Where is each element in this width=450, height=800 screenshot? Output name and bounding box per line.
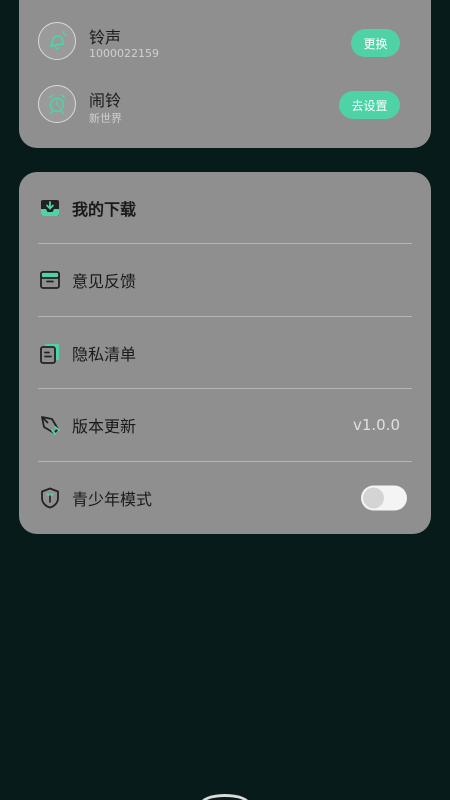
menu-item-feedback[interactable]: 意见反馈 [19, 244, 431, 316]
document-list-icon [40, 344, 59, 364]
menu-label-downloads: 我的下载 [72, 200, 137, 219]
feedback-box-icon [40, 271, 60, 289]
ringtone-row[interactable]: 铃声 1000022159 更换 [19, 22, 431, 72]
toggle-knob [363, 487, 384, 509]
ringtone-title: 铃声 [89, 28, 122, 47]
bell-icon [38, 22, 76, 60]
change-ringtone-button[interactable]: 更换 [351, 29, 400, 57]
download-inbox-icon [41, 200, 59, 216]
menu-label-privacy-list: 隐私清单 [72, 345, 137, 364]
ringtone-card: 铃声 1000022159 更换 闹铃 新世界 去设置 [19, 0, 431, 148]
menu-label-youth-mode: 青少年模式 [72, 490, 153, 509]
settings-menu-card: 我的下载 意见反馈 隐私清单 版本更新 v1.0.0 青少年模式 [19, 172, 431, 534]
alarm-subtitle: 新世界 [89, 112, 122, 125]
menu-label-feedback: 意见反馈 [72, 272, 137, 291]
menu-label-version-update: 版本更新 [72, 417, 137, 436]
menu-item-privacy-list[interactable]: 隐私清单 [19, 317, 431, 389]
menu-item-version-update[interactable]: 版本更新 v1.0.0 [19, 389, 431, 461]
rocket-icon [41, 416, 60, 435]
alarm-title: 闹铃 [89, 91, 122, 110]
alarm-clock-icon [38, 85, 76, 123]
menu-item-downloads[interactable]: 我的下载 [19, 172, 431, 244]
youth-shield-icon [41, 487, 59, 509]
bottom-floating-button[interactable] [200, 794, 250, 800]
alarm-row[interactable]: 闹铃 新世界 去设置 [19, 85, 431, 135]
youth-mode-toggle[interactable] [361, 485, 407, 511]
version-number: v1.0.0 [352, 416, 400, 434]
menu-item-youth-mode[interactable]: 青少年模式 [19, 462, 431, 534]
alarm-settings-button[interactable]: 去设置 [339, 91, 400, 119]
ringtone-subtitle: 1000022159 [89, 47, 159, 60]
